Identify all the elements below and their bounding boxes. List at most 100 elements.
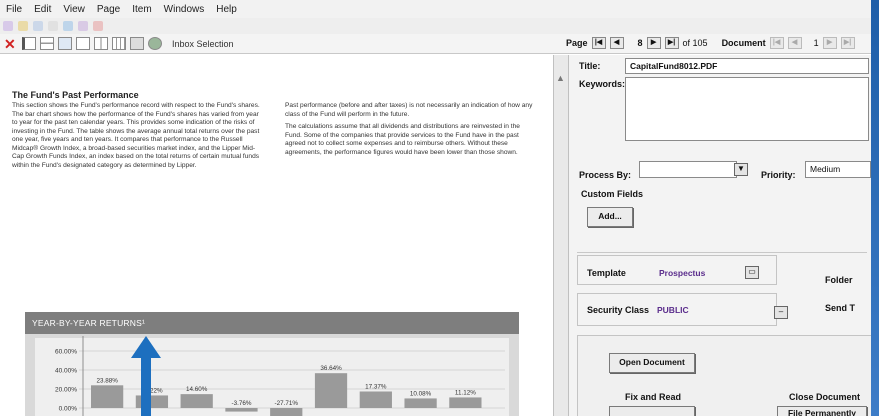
first-doc-button[interactable]: |◀ [769,37,784,49]
chart-bar [180,394,213,408]
chart-bar [449,397,482,408]
open-document-button[interactable]: Open Document [609,353,695,373]
chevron-down-icon[interactable]: ▼ [734,163,748,176]
y-tick-label: 40.00% [55,368,77,375]
scroll-up-icon[interactable]: ▲ [556,73,565,83]
fix-and-read-label[interactable]: Fix and Read [625,392,681,402]
bar-value-label: 23.88% [96,377,118,384]
image-icon[interactable] [58,37,72,50]
window-edge [871,0,879,416]
app-window: File Edit View Page Item Windows Help ✕ … [0,0,879,416]
page-icon[interactable] [48,21,58,31]
y-tick-label: 0.00% [59,406,78,413]
layout-single-icon[interactable] [76,37,90,50]
menu-view[interactable]: View [63,4,85,15]
bar-value-label: 17.37% [365,383,387,390]
pointer-arrow-icon [131,336,161,416]
title-field[interactable]: CapitalFund8012.PDF [625,58,869,74]
inbox-selection-label[interactable]: Inbox Selection [172,39,234,49]
page-flag-icon[interactable] [40,37,54,50]
paragraph: Past performance (before and after taxes… [285,102,533,118]
flag-icon[interactable] [78,21,88,31]
next-page-button[interactable]: ▶ [646,37,661,49]
send-to-button[interactable]: Send T [825,303,855,313]
document-heading: The Fund's Past Performance [12,90,139,100]
bar-value-label: 11.12% [455,389,476,396]
keywords-field[interactable] [625,77,869,141]
menu-file[interactable]: File [6,4,22,15]
returns-bar-chart: 60.00%40.00%20.00%0.00%23.88%13.22% 14.60… [25,334,519,416]
scanner-icon[interactable] [130,37,144,50]
page-label: Page [566,38,588,48]
page-navigator: Page |◀ ◀ 8 ▶ ▶| of 105 Document |◀ ◀ 1 … [566,37,855,49]
menu-page[interactable]: Page [97,4,120,15]
add-custom-field-button[interactable]: Add... [587,207,633,227]
security-picker-icon[interactable]: – [774,306,788,319]
prev-page-button[interactable]: ◀ [609,37,624,49]
close-document-label[interactable]: Close Document [789,392,860,402]
layout-grid-icon[interactable] [112,37,126,50]
chart-bar [225,408,258,412]
priority-select[interactable]: Medium [805,161,871,178]
template-value: Prospectus [659,268,706,278]
template-picker-icon[interactable]: ▭ [745,266,759,279]
bar-value-label: 14.60% [186,386,208,393]
chart-bar [359,391,392,408]
divider [577,252,867,253]
prev-doc-button[interactable]: ◀ [787,37,802,49]
chart-bar [404,398,437,408]
paragraph: This section shows the Fund's performanc… [12,102,260,169]
bar-value-label: 10.08% [410,390,432,397]
last-page-button[interactable]: ▶| [664,37,679,49]
paragraph: The calculations assume that all dividen… [285,123,520,156]
menu-item[interactable]: Item [132,4,151,15]
scissors-icon[interactable] [93,21,103,31]
y-tick-label: 60.00% [55,349,77,356]
title-label: Title: [579,61,601,71]
fix-and-read-button[interactable] [609,406,695,416]
document-index[interactable]: 1 [814,38,819,48]
menu-edit[interactable]: Edit [34,4,51,15]
process-by-select[interactable] [639,161,737,178]
menu-help[interactable]: Help [216,4,237,15]
toolbar-top [0,18,871,34]
actions-group [577,335,877,416]
chart-bar [270,408,303,416]
pane-splitter[interactable]: ▲ [553,55,569,416]
chart-title: YEAR-BY-YEAR RETURNS¹ [25,312,519,334]
layout-columns-icon[interactable] [94,37,108,50]
bar-value-label: -27.71% [275,400,299,407]
total-pages: of 105 [682,38,708,48]
tools-icon[interactable] [63,21,73,31]
last-doc-button[interactable]: ▶| [840,37,855,49]
chart-bar [91,385,124,408]
process-by-label: Process By: [579,170,632,180]
chart-bar [314,373,348,408]
folder-icon[interactable] [18,21,28,31]
close-icon[interactable]: ✕ [4,37,16,51]
next-doc-button[interactable]: ▶ [822,37,837,49]
settings-icon[interactable] [148,37,162,50]
priority-label: Priority: [761,170,796,180]
first-page-button[interactable]: |◀ [591,37,606,49]
menu-bar: File Edit View Page Item Windows Help [0,0,871,18]
arrow-icon[interactable] [3,21,13,31]
bar-value-label: 36.64% [320,365,342,372]
save-icon[interactable] [33,21,43,31]
page-split-icon[interactable] [22,37,36,50]
document-label: Document [721,38,766,48]
security-class-label: Security Class [587,305,650,315]
custom-fields-label: Custom Fields [581,189,644,199]
template-label: Template [587,268,626,278]
file-permanently-button[interactable]: File Permanently [777,406,867,416]
folder-button[interactable]: Folder [825,275,853,285]
document-left-column: This section shows the Fund's performanc… [12,102,264,174]
bar-value-label: -3.76% [231,400,251,407]
current-page[interactable]: 8 [638,38,643,48]
security-class-value: PUBLIC [657,305,689,315]
y-tick-label: 20.00% [55,387,77,394]
properties-panel: Title: CapitalFund8012.PDF Keywords: Pro… [569,55,877,416]
keywords-label: Keywords: [579,79,626,89]
document-right-column: Past performance (before and after taxes… [285,102,537,161]
menu-windows[interactable]: Windows [164,4,205,15]
